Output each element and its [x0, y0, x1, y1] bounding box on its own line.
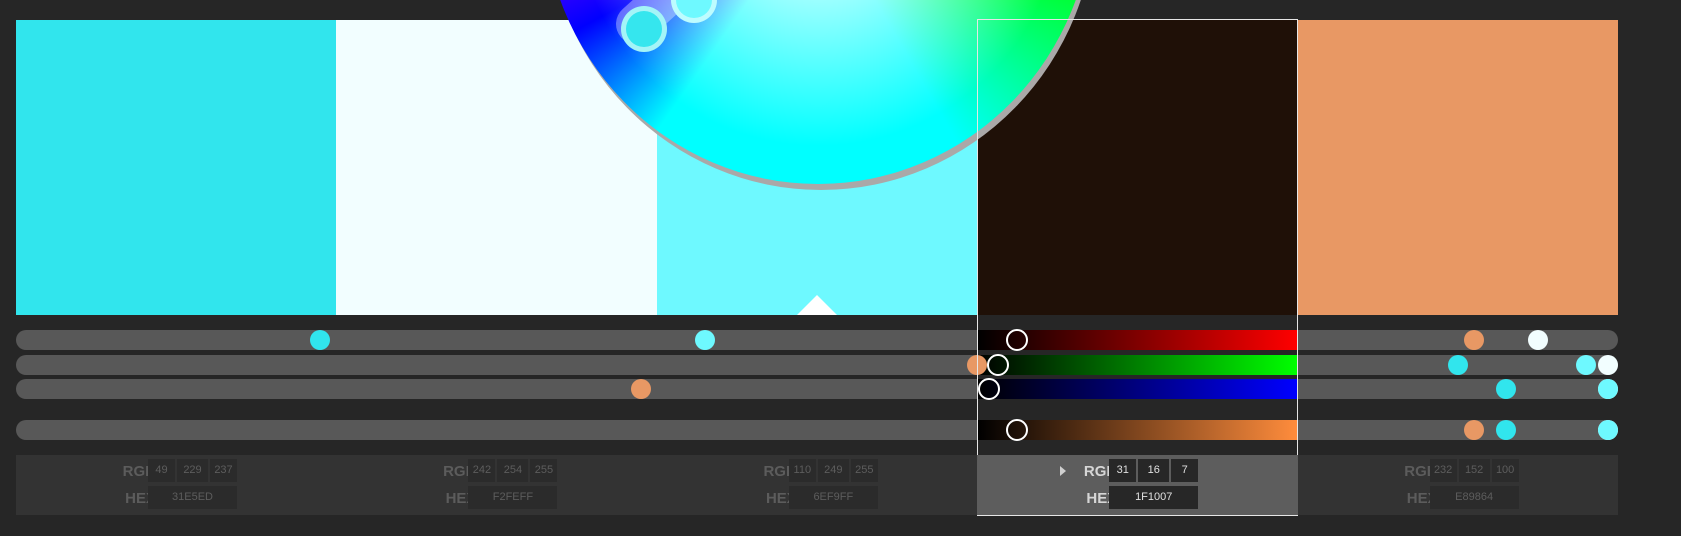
red-slider-knob[interactable]	[694, 330, 715, 350]
swatch-1[interactable]	[16, 20, 337, 315]
color-wheel-disc[interactable]	[543, 0, 1093, 184]
blue-gradient[interactable]	[978, 379, 1297, 399]
red-slider-knob[interactable]	[1006, 329, 1029, 351]
color-wheel[interactable]	[543, 0, 1097, 190]
brightness-slider-knob[interactable]	[1463, 420, 1484, 440]
green-slider-knob[interactable]	[987, 354, 1010, 376]
color-info-3[interactable]: RGB 110 249 255 HEX 6EF9FF	[657, 455, 977, 515]
hex-value[interactable]: 6EF9FF	[788, 486, 878, 509]
blue-value[interactable]: 237	[210, 459, 237, 482]
blue-slider-knob[interactable]	[1598, 379, 1618, 399]
hex-value[interactable]: 31E5ED	[148, 486, 237, 509]
color-wheel-handle[interactable]	[621, 6, 667, 52]
green-value[interactable]: 229	[177, 459, 208, 482]
red-value[interactable]: 49	[148, 459, 175, 482]
blue-value[interactable]: 255	[850, 459, 878, 482]
red-value[interactable]: 31	[1109, 459, 1137, 482]
red-value[interactable]: 242	[468, 459, 496, 482]
color-info-5[interactable]: RGB 232 152 100 HEX E89864	[1298, 455, 1618, 515]
blue-value[interactable]: 7	[1171, 459, 1199, 482]
green-value[interactable]: 16	[1138, 459, 1170, 482]
brightness-slider-knob[interactable]	[1495, 420, 1516, 440]
color-wheel-handle[interactable]	[671, 0, 717, 23]
brightness-slider-knob[interactable]	[1598, 420, 1618, 440]
swatch-5[interactable]	[1297, 20, 1619, 315]
green-slider-knob[interactable]	[1447, 355, 1468, 375]
green-value[interactable]: 152	[1458, 459, 1490, 482]
red-slider-track[interactable]	[16, 330, 1618, 350]
red-value[interactable]: 110	[788, 459, 816, 482]
blue-slider-knob[interactable]	[630, 379, 651, 399]
hex-value[interactable]: 1F1007	[1109, 486, 1199, 509]
hex-value[interactable]: F2FEFF	[468, 486, 558, 509]
blue-slider-track[interactable]	[16, 379, 1618, 399]
green-slider-knob[interactable]	[1575, 355, 1596, 375]
color-info-4[interactable]: RGB 31 16 7 HEX 1F1007	[977, 455, 1298, 515]
expand-arrow-icon[interactable]	[1060, 466, 1067, 476]
color-wheel-pointer-caret	[797, 295, 837, 315]
blue-value[interactable]: 255	[530, 459, 558, 482]
brightness-slider-knob[interactable]	[1006, 419, 1029, 441]
color-info-1[interactable]: RGB 49 229 237 HEX 31E5ED	[16, 455, 336, 515]
blue-slider-knob[interactable]	[977, 378, 1000, 400]
brightness-slider-track[interactable]	[16, 420, 1618, 440]
red-slider-knob[interactable]	[1463, 330, 1484, 350]
red-slider-knob[interactable]	[1527, 330, 1548, 350]
blue-value[interactable]: 100	[1491, 459, 1519, 482]
hex-value[interactable]: E89864	[1429, 486, 1519, 509]
green-value[interactable]: 254	[497, 459, 529, 482]
green-slider-knob[interactable]	[1598, 355, 1618, 375]
green-slider-track[interactable]	[16, 355, 1618, 375]
blue-slider-knob[interactable]	[1495, 379, 1516, 399]
green-value[interactable]: 249	[817, 459, 849, 482]
color-info-bar: RGB 49 229 237 HEX 31E5ED RGB 242 254 25…	[16, 455, 1618, 515]
green-gradient[interactable]	[978, 355, 1297, 375]
red-value[interactable]: 232	[1429, 459, 1457, 482]
color-info-2[interactable]: RGB 242 254 255 HEX F2FEFF	[336, 455, 656, 515]
